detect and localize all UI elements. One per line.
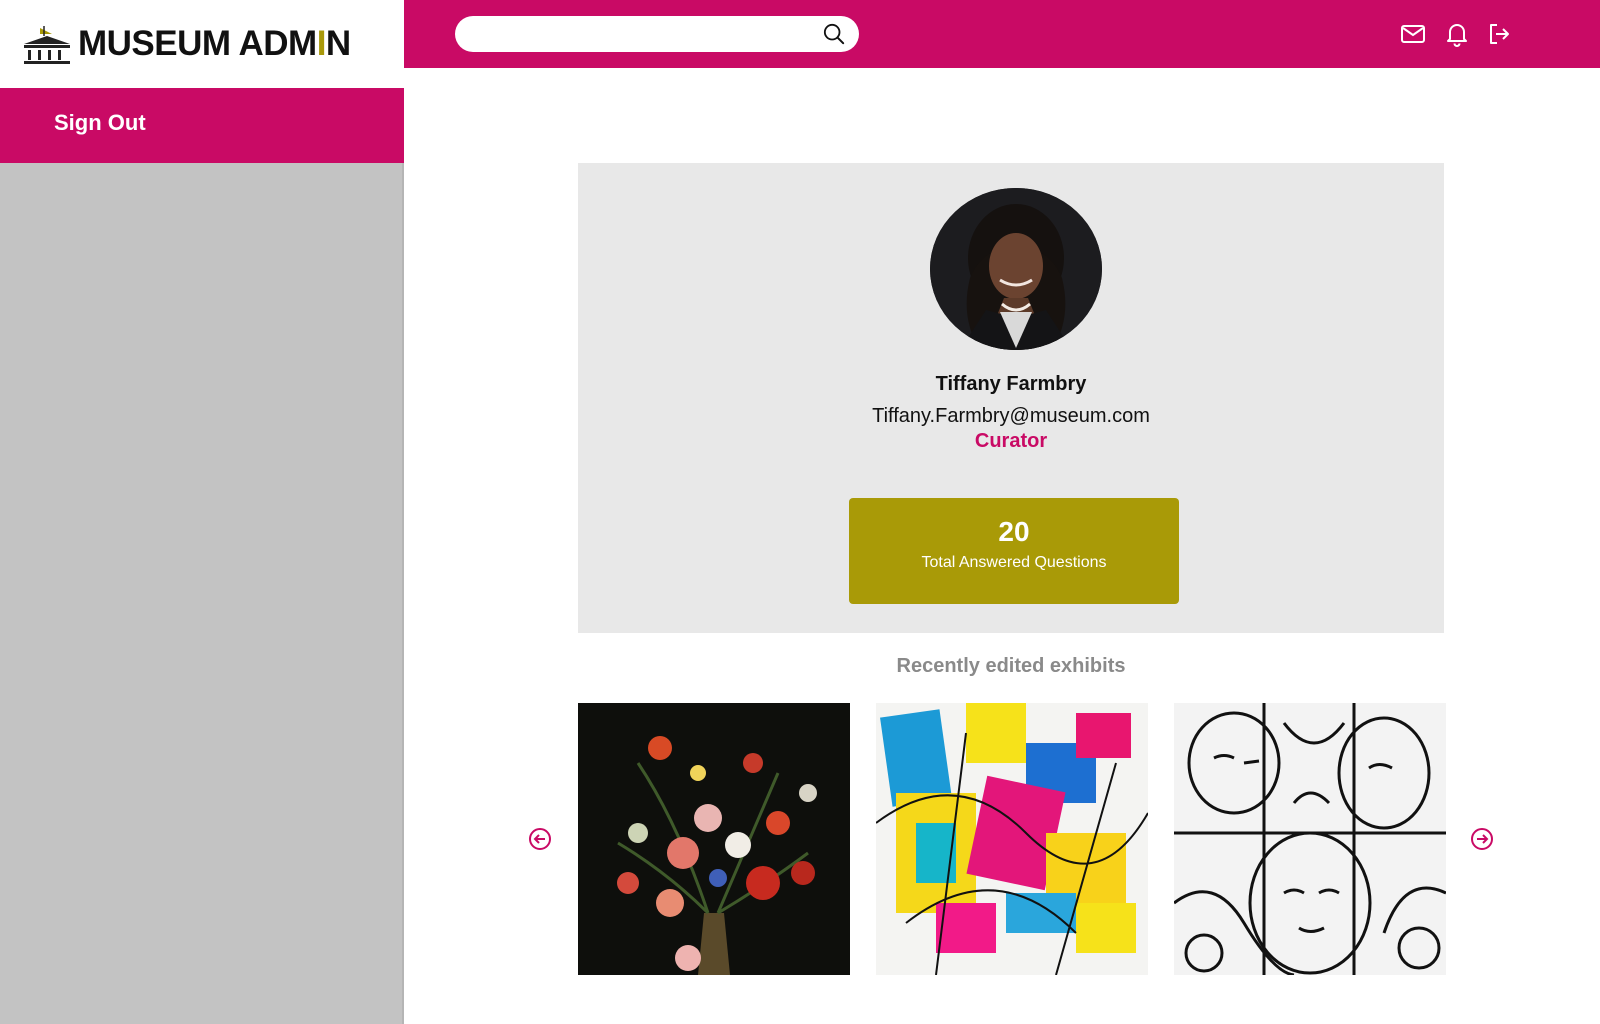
sign-out-button[interactable]: Sign Out: [0, 88, 404, 163]
brand-logo[interactable]: MUSEUM ADMIN: [0, 0, 404, 88]
exhibit-floral-still-life[interactable]: [578, 703, 850, 975]
section-title: Recently edited exhibits: [896, 655, 1126, 677]
profile-card: Tiffany Farmbry Tiffany.Farmbry@museum.c…: [578, 163, 1444, 633]
profile-role: Curator: [974, 430, 1048, 452]
exhibit-colorful-abstract[interactable]: [876, 703, 1148, 975]
search-input[interactable]: [469, 22, 809, 46]
answered-questions-stat: 20 Total Answered Questions: [849, 498, 1179, 604]
carousel-prev-arrow-icon[interactable]: [528, 827, 552, 851]
exhibit-line-art[interactable]: [1174, 703, 1446, 975]
stat-value: 20: [998, 516, 1030, 547]
search-box: [455, 16, 859, 52]
mail-icon[interactable]: [1400, 21, 1426, 47]
logout-icon[interactable]: [1486, 21, 1512, 47]
search-icon[interactable]: [823, 23, 845, 45]
museum-building-icon: [24, 26, 70, 64]
carousel-next-arrow-icon[interactable]: [1470, 827, 1494, 851]
top-bar: [404, 0, 1600, 68]
profile-name: Tiffany Farmbry: [935, 373, 1087, 395]
brand-name: MUSEUM ADMIN: [78, 24, 351, 63]
profile-email: Tiffany.Farmbry@museum.com: [872, 405, 1150, 427]
avatar: [930, 188, 1102, 350]
sidebar: Sign Out: [0, 88, 404, 1024]
bell-icon[interactable]: [1444, 21, 1470, 47]
stat-label: Total Answered Questions: [921, 554, 1107, 571]
